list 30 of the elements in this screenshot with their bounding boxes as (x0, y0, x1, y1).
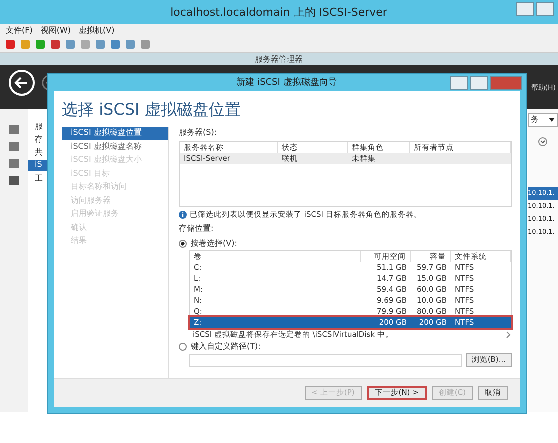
nav-item[interactable]: iS (28, 160, 48, 171)
menu-item[interactable]: 视图(W) (40, 24, 71, 36)
custom-path-radio[interactable]: 键入自定义路径(T): (179, 341, 512, 352)
wizard-step[interactable]: iSCSI 虚拟磁盘位置 (62, 127, 168, 140)
info-icon (179, 211, 187, 219)
page-heading: 选择 iSCSI 虚拟磁盘位置 (61, 99, 242, 121)
minimize-button[interactable] (516, 2, 534, 16)
nav-item[interactable]: 共 (28, 147, 48, 158)
storage-label: 存储位置: (179, 223, 215, 234)
nav-item[interactable]: 服 (28, 121, 48, 132)
maximize-button[interactable] (470, 76, 488, 90)
dropdown-arrow-icon (549, 117, 555, 123)
dialog-title: 新建 iSCSI 虚拟磁盘向导 (236, 76, 338, 89)
menu-item[interactable]: 文件(F) (6, 24, 33, 36)
servers-label: 服务器(S): (179, 127, 218, 138)
path-field[interactable] (189, 354, 462, 366)
nav-item[interactable]: 存 (28, 134, 48, 145)
dropdown[interactable]: 务 (528, 113, 558, 127)
menu-item[interactable]: 虚拟机(V) (79, 24, 115, 36)
wizard-step[interactable]: iSCSI 虚拟磁盘名称 (62, 140, 168, 153)
close-button[interactable] (490, 76, 522, 90)
minimize-button[interactable] (450, 76, 468, 90)
chevron-icon[interactable] (538, 137, 548, 147)
window-title: localhost.localdomain 上的 ISCSI-Server (170, 4, 388, 20)
maximize-button[interactable] (536, 2, 554, 16)
nav-item[interactable]: 工 (28, 173, 48, 184)
volume-radio[interactable]: 按卷选择(V): (179, 238, 512, 249)
window-title: 服务器管理器 (255, 54, 303, 64)
scroll-right-icon[interactable] (504, 330, 512, 340)
back-icon[interactable] (8, 69, 36, 97)
